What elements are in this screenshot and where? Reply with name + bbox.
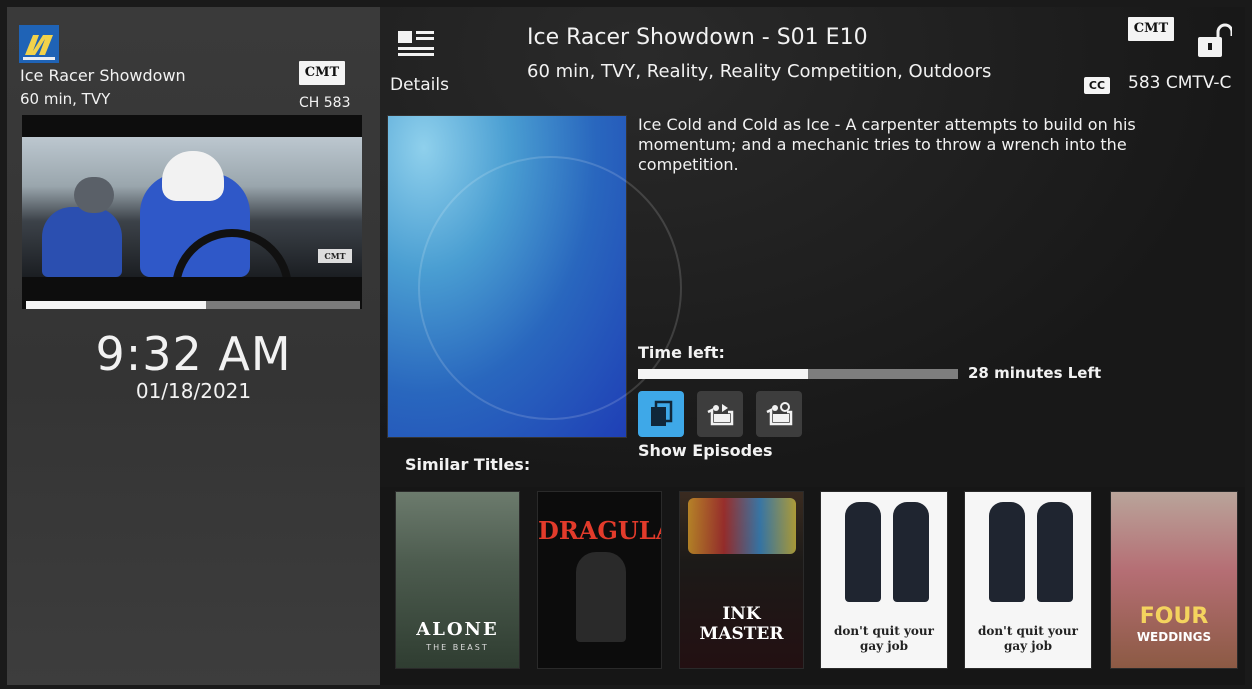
details-label: Details xyxy=(390,75,449,95)
date: 01/18/2021 xyxy=(135,379,252,403)
lock-icon[interactable] xyxy=(1198,23,1232,59)
record-series-button[interactable] xyxy=(756,391,802,437)
tile-title: don't quit your gay job xyxy=(978,624,1078,653)
show-episodes-button[interactable] xyxy=(638,391,684,437)
channel-name: 583 CMTV-C xyxy=(1128,73,1232,93)
time-left-fill xyxy=(638,369,808,379)
network-badge-header: CMT xyxy=(1128,17,1174,41)
video-network-bug: CMT xyxy=(318,249,352,263)
video-preview[interactable]: CMT xyxy=(22,115,362,309)
now-playing-panel: Ice Racer Showdown 60 min, TVY CMT CH 58… xyxy=(7,7,380,685)
focused-action-label: Show Episodes xyxy=(638,441,773,460)
tile-subtitle: WEDDINGS xyxy=(1136,630,1212,644)
record-button[interactable] xyxy=(697,391,743,437)
tile-title: INK MASTER xyxy=(699,604,784,644)
similar-title-tile[interactable]: FOUR WEDDINGS xyxy=(1110,491,1238,669)
episodes-icon xyxy=(651,400,673,426)
video-frame: CMT xyxy=(22,137,362,277)
tile-subtitle: THE BEAST xyxy=(426,643,489,652)
video-progress-fill xyxy=(26,301,207,309)
time-left-text: 28 minutes Left xyxy=(968,364,1102,382)
tile-title: DRAGULA xyxy=(538,516,662,545)
similar-title-tile[interactable]: don't quit your gay job xyxy=(820,491,948,669)
details-button[interactable]: Details xyxy=(390,27,460,97)
similar-title-tile[interactable]: ALONE THE BEAST xyxy=(395,491,520,669)
episode-title: Ice Racer Showdown - S01 E10 xyxy=(527,25,868,50)
similar-titles-label: Similar Titles: xyxy=(405,455,531,474)
episode-description: Ice Cold and Cold as Ice - A carpenter a… xyxy=(638,115,1136,174)
details-icon xyxy=(398,31,434,56)
network-badge: CMT xyxy=(299,61,345,85)
similar-title-tile[interactable]: don't quit your gay job xyxy=(964,491,1092,669)
details-panel: Details Ice Racer Showdown - S01 E10 60 … xyxy=(380,7,1245,685)
record-icon xyxy=(707,404,734,426)
now-playing-title: Ice Racer Showdown xyxy=(20,66,186,85)
cc-icon: CC xyxy=(1084,77,1110,94)
time-left-bar xyxy=(638,369,958,379)
similar-title-tile[interactable]: INK MASTER xyxy=(679,491,804,669)
tv-guide-screen: Ice Racer Showdown 60 min, TVY CMT CH 58… xyxy=(7,7,1245,685)
now-playing-meta: 60 min, TVY xyxy=(20,90,111,108)
tile-title: FOUR xyxy=(1139,604,1209,629)
video-progress-bar xyxy=(26,301,360,309)
program-poster xyxy=(387,115,682,438)
episode-meta: 60 min, TVY, Reality, Reality Competitio… xyxy=(527,61,992,82)
record-series-icon xyxy=(766,402,793,426)
similar-title-tile[interactable]: DRAGULA xyxy=(537,491,662,669)
clock: 9:32 AM xyxy=(95,327,292,381)
tile-title: ALONE xyxy=(416,619,499,640)
channel-number: CH 583 xyxy=(299,95,351,111)
time-left-label: Time left: xyxy=(638,343,725,362)
logo-icon xyxy=(19,25,59,63)
tile-title: don't quit your gay job xyxy=(834,624,934,653)
